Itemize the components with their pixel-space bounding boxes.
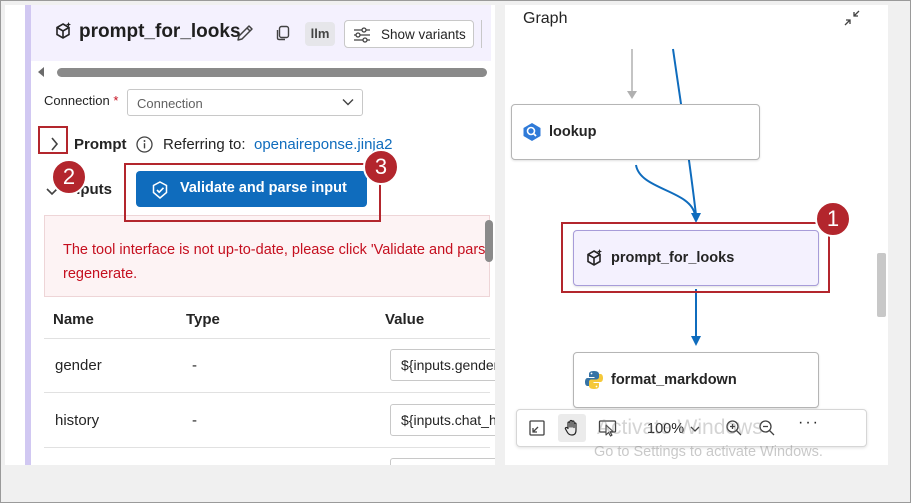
warning-text-line1: The tool interface is not up-to-date, pl…	[63, 242, 495, 258]
node-type-badge: llm	[305, 22, 335, 46]
node-accent-bar	[25, 5, 31, 465]
connection-label-text: Connection	[44, 93, 110, 108]
info-icon[interactable]	[136, 136, 153, 153]
row-value-text: ${inputs.gender}	[401, 357, 495, 373]
callout-badge-3: 3	[363, 149, 399, 185]
vertical-scrollbar-thumb[interactable]	[485, 220, 493, 262]
callout-highlight-graph-node	[561, 222, 830, 293]
callout-badge-2: 2	[51, 159, 87, 195]
outdated-interface-warning: The tool interface is not up-to-date, pl…	[44, 215, 495, 297]
activation-watermark-subtitle: Go to Settings to activate Windows.	[594, 444, 823, 460]
lookup-icon	[523, 123, 541, 141]
callout-highlight-prompt-chevron	[38, 126, 68, 154]
row-value-input[interactable]: ${inputs.chat_history}	[390, 404, 495, 436]
chevron-down-icon	[342, 99, 354, 106]
callout-badge-1: 1	[815, 201, 851, 237]
connection-label: Connection *	[44, 93, 118, 108]
row-value-text: ${inputs.chat_history}	[401, 412, 495, 428]
required-marker: *	[113, 93, 119, 108]
prompt-label: Prompt	[74, 136, 127, 153]
scroll-left-arrow-icon[interactable]	[38, 67, 44, 77]
row-type: -	[192, 412, 197, 429]
graph-node-lookup[interactable]: lookup	[511, 104, 760, 160]
referring-to-label: Referring to:	[163, 136, 246, 153]
column-header-value: Value	[385, 311, 425, 328]
column-header-name: Name	[53, 311, 94, 328]
row-value-input[interactable]: ${inputs.gender}	[390, 349, 495, 381]
graph-node-format-markdown[interactable]: format_markdown	[573, 352, 819, 408]
edit-pencil-icon[interactable]	[235, 23, 255, 43]
row-name: history	[55, 412, 100, 429]
more-options-button[interactable]: ···	[798, 414, 820, 432]
graph-scrollbar-thumb[interactable]	[877, 253, 886, 317]
python-icon	[585, 371, 603, 389]
header-divider	[481, 20, 482, 48]
prompt-node-icon	[56, 22, 71, 39]
node-label: format_markdown	[611, 372, 737, 388]
variants-sliders-icon	[354, 27, 370, 43]
table-header-divider	[44, 338, 490, 339]
node-editor-panel: prompt_for_looks llm Show variants Conne…	[5, 5, 495, 465]
copy-icon[interactable]	[275, 25, 291, 41]
show-variants-button[interactable]: Show variants	[344, 20, 474, 48]
row-name: gender	[55, 357, 102, 374]
callout-highlight-validate-button	[124, 163, 381, 222]
fit-view-icon	[529, 420, 545, 436]
pan-mode-button[interactable]	[558, 414, 586, 442]
node-header: prompt_for_looks llm Show variants	[31, 5, 491, 61]
connection-dropdown[interactable]: Connection	[127, 89, 363, 116]
horizontal-scrollbar-thumb[interactable]	[57, 68, 487, 77]
node-title: prompt_for_looks	[79, 21, 241, 42]
table-row-divider	[44, 447, 490, 448]
activation-watermark-title: Activate Windows	[597, 416, 763, 439]
show-variants-label: Show variants	[381, 27, 466, 42]
table-row-divider	[44, 392, 490, 393]
row-type: -	[192, 357, 197, 374]
hand-icon	[564, 419, 577, 436]
warning-text-line2: regenerate.	[63, 266, 138, 282]
node-label: lookup	[549, 124, 597, 140]
column-header-type: Type	[186, 311, 220, 328]
row-value-input-partial[interactable]	[390, 458, 495, 465]
connection-placeholder: Connection	[137, 96, 203, 111]
fit-view-button[interactable]	[523, 414, 551, 442]
